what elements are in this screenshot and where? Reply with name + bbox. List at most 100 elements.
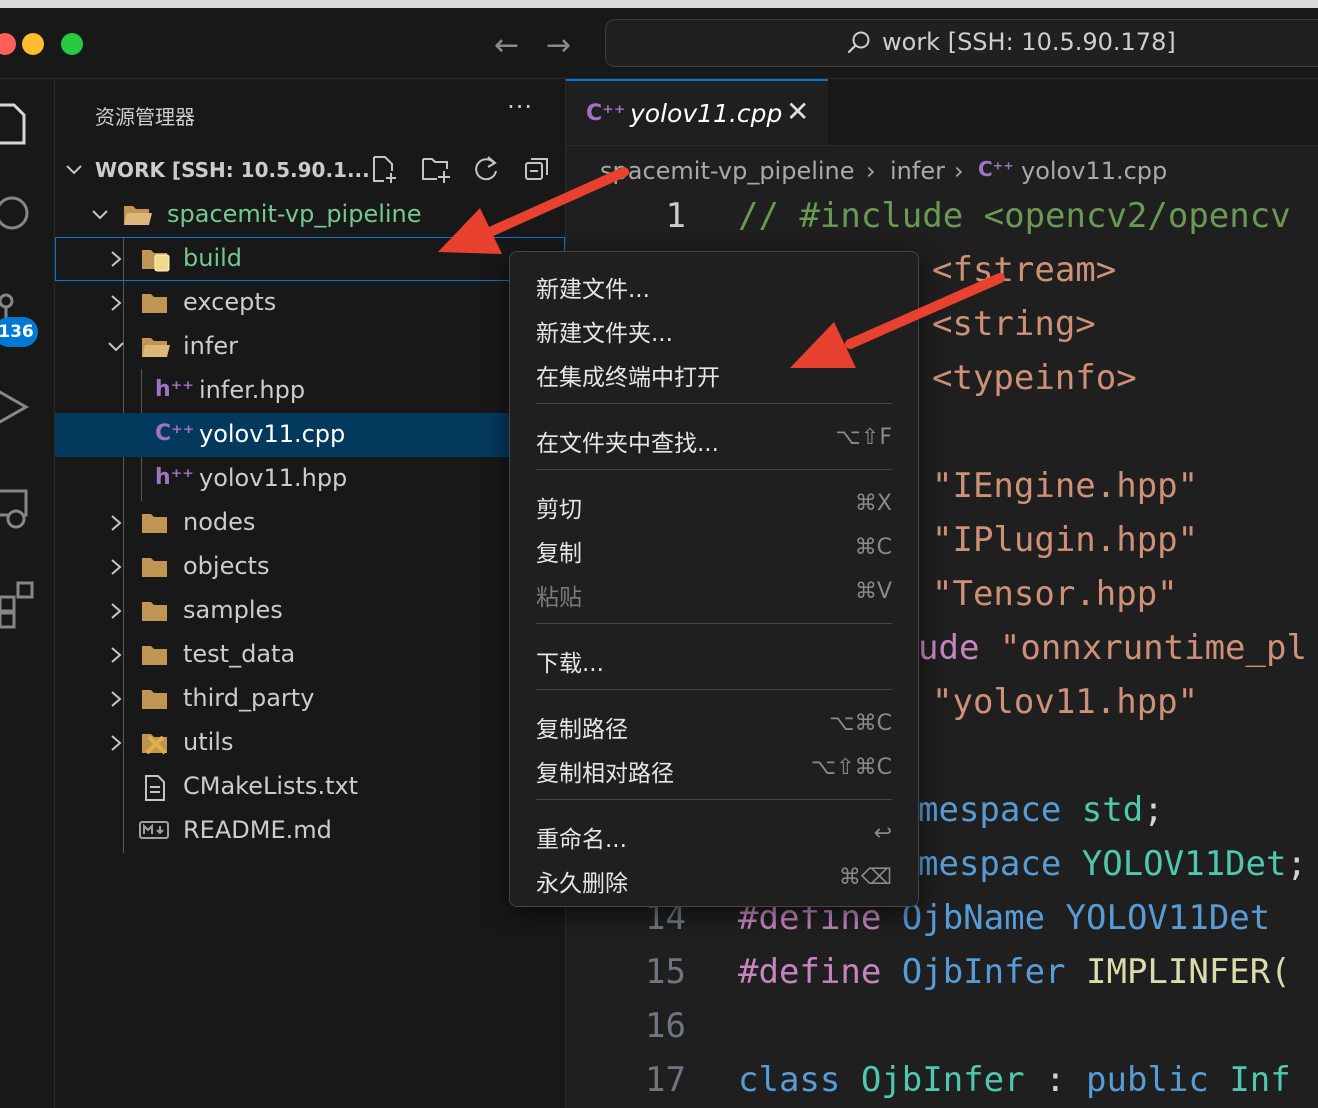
tree-item-objects[interactable]: objects bbox=[55, 545, 565, 589]
new-folder-button[interactable] bbox=[421, 155, 450, 183]
forward-arrow-icon[interactable]: → bbox=[546, 28, 571, 63]
chevron-right-icon bbox=[111, 647, 122, 663]
close-window-button[interactable] bbox=[0, 33, 16, 55]
code-line[interactable]: mespace std; bbox=[918, 790, 1164, 830]
menu-item-cut[interactable]: 剪切 ⌘X bbox=[510, 483, 918, 527]
tree-item-samples[interactable]: samples bbox=[55, 589, 565, 633]
workspace-label: WORK [SSH: 10.5.90.1... bbox=[95, 158, 370, 182]
tree-label: infer.hpp bbox=[199, 376, 306, 404]
cpp-file-icon: C⁺⁺ bbox=[155, 421, 195, 446]
menu-item-new-folder[interactable]: 新建文件夹... bbox=[510, 307, 918, 351]
line-number: 1 bbox=[665, 196, 686, 236]
chevron-right-icon bbox=[111, 559, 122, 575]
tree-item-nodes[interactable]: nodes bbox=[55, 501, 565, 545]
explorer-sidebar: 资源管理器 ··· WORK [SSH: 10.5.90.1... spacem… bbox=[55, 79, 566, 1108]
collapse-all-icon bbox=[525, 158, 548, 180]
tree-item-cmakelists[interactable]: CMakeLists.txt bbox=[55, 765, 565, 809]
code-line[interactable]: ude "onnxruntime_pl bbox=[918, 628, 1307, 668]
code-line[interactable]: mespace YOLOV11Det; bbox=[918, 844, 1307, 884]
menu-item-delete-permanently[interactable]: 永久删除 ⌘⌫ bbox=[510, 857, 918, 901]
tree-label: yolov11.cpp bbox=[199, 420, 346, 448]
code-line[interactable]: <fstream> bbox=[932, 250, 1116, 290]
menu-item-label: 新建文件夹... bbox=[536, 321, 673, 347]
text-file-icon bbox=[145, 775, 165, 801]
tree-label: build bbox=[183, 244, 243, 272]
top-notification-strip bbox=[0, 0, 1318, 8]
code-line[interactable]: // #include <opencv2/opencv bbox=[738, 196, 1291, 236]
tree-label: objects bbox=[183, 552, 270, 580]
chevron-down-icon bbox=[92, 210, 108, 220]
menu-item-open-in-terminal[interactable]: 在集成终端中打开 bbox=[510, 351, 918, 395]
menu-item-copy-relative-path[interactable]: 复制相对路径 ⌥⇧⌘C bbox=[510, 747, 918, 791]
code-line[interactable]: "IEngine.hpp" bbox=[932, 466, 1198, 506]
code-comment: // #include <opencv2/opencv bbox=[738, 196, 1291, 236]
close-icon[interactable]: ✕ bbox=[786, 95, 809, 128]
tree-item-excepts[interactable]: excepts bbox=[55, 281, 565, 325]
zoom-window-button[interactable] bbox=[61, 33, 83, 55]
code-string: "Tensor.hpp" bbox=[932, 574, 1178, 614]
tree-item-readme[interactable]: README.md bbox=[55, 809, 565, 853]
new-file-icon bbox=[372, 156, 396, 183]
code-line[interactable]: <typeinfo> bbox=[932, 358, 1137, 398]
folder-icon bbox=[142, 294, 167, 313]
menu-item-copy[interactable]: 复制 ⌘C bbox=[510, 527, 918, 571]
tree-root-folder[interactable]: spacemit-vp_pipeline bbox=[55, 193, 565, 237]
code-line[interactable]: #define OjbInfer IMPLINFER( bbox=[738, 952, 1291, 992]
code-keyword: mespace bbox=[918, 790, 1082, 830]
code-line[interactable]: class OjbInfer : public Inf bbox=[738, 1060, 1291, 1100]
code-keyword: ude bbox=[918, 628, 1000, 668]
back-arrow-icon[interactable]: ← bbox=[494, 28, 519, 63]
chevron-right-icon bbox=[111, 603, 122, 619]
search-view-icon[interactable] bbox=[0, 193, 32, 235]
new-file-button[interactable] bbox=[370, 155, 398, 183]
folder-icon bbox=[142, 646, 167, 665]
menu-separator bbox=[536, 623, 892, 624]
cpp-file-icon: C⁺⁺ bbox=[978, 157, 1014, 181]
menu-item-rename[interactable]: 重命名... ↩ bbox=[510, 813, 918, 857]
explorer-title: 资源管理器 bbox=[95, 105, 195, 129]
command-center[interactable]: work [SSH: 10.5.90.178] bbox=[605, 19, 1318, 67]
tab-yolov11-cpp[interactable]: C⁺⁺ yolov11.cpp ✕ bbox=[566, 79, 828, 145]
extensions-icon[interactable] bbox=[0, 581, 36, 631]
collapse-all-button[interactable] bbox=[523, 155, 551, 183]
tree-item-infer[interactable]: infer bbox=[55, 325, 565, 369]
tree-item-utils[interactable]: utils bbox=[55, 721, 565, 765]
workspace-header[interactable]: WORK [SSH: 10.5.90.1... bbox=[55, 149, 565, 193]
menu-item-shortcut: ↩ bbox=[873, 821, 892, 846]
breadcrumb-item[interactable]: yolov11.cpp bbox=[1021, 157, 1167, 185]
minimize-window-button[interactable] bbox=[22, 33, 44, 55]
code-line[interactable]: "yolov11.hpp" bbox=[932, 682, 1198, 722]
code-line[interactable]: "IPlugin.hpp" bbox=[932, 520, 1198, 560]
editor-tab-bar: C⁺⁺ yolov11.cpp ✕ bbox=[566, 79, 1318, 146]
workspace-toolbar bbox=[352, 155, 551, 187]
refresh-button[interactable] bbox=[472, 155, 500, 183]
line-number: 16 bbox=[645, 1006, 686, 1046]
tree-item-build[interactable]: build bbox=[55, 237, 565, 281]
code-line[interactable]: "Tensor.hpp" bbox=[932, 574, 1178, 614]
menu-item-new-file[interactable]: 新建文件... bbox=[510, 263, 918, 307]
menu-item-copy-path[interactable]: 复制路径 ⌥⌘C bbox=[510, 703, 918, 747]
breadcrumb-item[interactable]: infer bbox=[890, 157, 945, 185]
tree-label: excepts bbox=[183, 288, 277, 316]
tree-item-infer-hpp[interactable]: h⁺⁺ infer.hpp bbox=[55, 369, 565, 413]
remote-explorer-icon[interactable] bbox=[0, 487, 34, 531]
tree-item-yolov11-hpp[interactable]: h⁺⁺ yolov11.hpp bbox=[55, 457, 565, 501]
more-actions-icon[interactable]: ··· bbox=[507, 93, 533, 121]
tab-label: yolov11.cpp bbox=[630, 99, 783, 128]
explorer-icon[interactable] bbox=[0, 99, 28, 147]
menu-separator bbox=[536, 469, 892, 470]
tree-item-yolov11-cpp[interactable]: C⁺⁺ yolov11.cpp bbox=[55, 413, 565, 457]
code-function: IMPLINFER bbox=[1086, 952, 1271, 992]
menu-item-shortcut: ⌥⇧F bbox=[835, 425, 892, 450]
code-string: <typeinfo> bbox=[932, 358, 1137, 398]
menu-item-download[interactable]: 下载... bbox=[510, 637, 918, 681]
menu-item-find-in-folder[interactable]: 在文件夹中查找... ⌥⇧F bbox=[510, 417, 918, 461]
run-debug-icon[interactable] bbox=[0, 385, 34, 429]
tree-label: nodes bbox=[183, 508, 256, 536]
tree-item-test-data[interactable]: test_data bbox=[55, 633, 565, 677]
tree-label: CMakeLists.txt bbox=[183, 772, 359, 800]
folder-build-icon bbox=[142, 250, 170, 272]
breadcrumb-item[interactable]: spacemit-vp_pipeline bbox=[600, 157, 855, 185]
code-line[interactable]: <string> bbox=[932, 304, 1096, 344]
tree-item-third-party[interactable]: third_party bbox=[55, 677, 565, 721]
